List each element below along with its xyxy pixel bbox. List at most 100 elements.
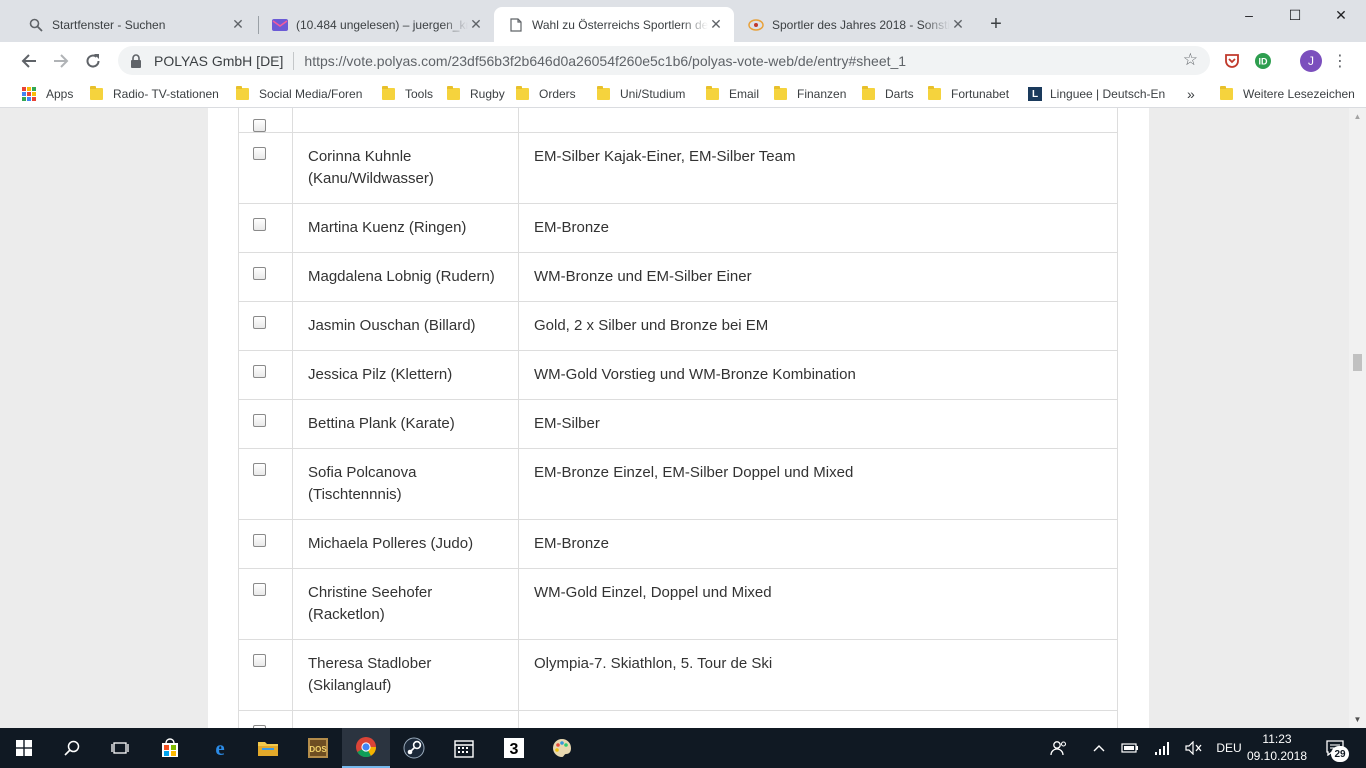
bookmark-folder[interactable]: Rugby (447, 84, 505, 104)
candidate-checkbox[interactable] (253, 218, 266, 231)
url-text[interactable]: https://vote.polyas.com/23df56b3f2b646d0… (304, 53, 1210, 69)
scroll-thumb[interactable] (1353, 354, 1362, 371)
battery-icon[interactable] (1118, 728, 1142, 768)
checkbox-cell (238, 252, 293, 302)
bookmark-label: Apps (46, 87, 74, 101)
svg-text:ID: ID (1259, 57, 1269, 67)
bookmarks-bar: Apps Radio- TV-stationen Social Media/For… (0, 79, 1366, 108)
candidate-achievement: WM-Gold Einzel, Doppel und Mixed (518, 568, 1118, 640)
candidate-achievement: WM-Bronze und EM-Silber Einer (518, 252, 1118, 302)
maximize-button[interactable]: ☐ (1272, 0, 1318, 30)
table-row: Sofia Polcanova (Tischtennnis) EM-Bronze … (238, 448, 1118, 520)
table-row: Magdalena Lobnig (Rudern) WM-Bronze und E… (238, 252, 1118, 302)
bookmark-other-folder[interactable]: Weitere Lesezeichen (1220, 84, 1355, 104)
tab-wahl-active[interactable]: Wahl zu Österreichs Sportlern de ✕ (494, 7, 734, 42)
bookmark-star-icon[interactable]: ☆ (1183, 50, 1198, 70)
candidate-checkbox[interactable] (253, 147, 266, 160)
task-view-icon (111, 742, 129, 754)
cellular-signal-icon[interactable] (1150, 728, 1174, 768)
candidate-name: Simone Steiner (292, 710, 519, 728)
candidate-table: Corinna Kuhnle (Kanu/Wildwasser) EM-Silbe… (238, 108, 1118, 728)
tab-startfenster[interactable]: Startfenster - Suchen ✕ (14, 7, 256, 42)
taskbar-store-app[interactable] (146, 728, 194, 768)
paint-palette-icon (553, 739, 571, 757)
bookmarks-overflow-button[interactable]: » (1187, 84, 1195, 104)
address-bar[interactable]: POLYAS GmbH [DE] https://vote.polyas.com… (118, 46, 1210, 75)
table-row: Simone SteinerWM-Gold Zielbewerb (238, 710, 1118, 728)
candidate-checkbox[interactable] (253, 119, 266, 132)
taskbar-dosbox-app[interactable]: DOS (294, 728, 342, 768)
extension-id-icon[interactable]: ID (1253, 51, 1273, 71)
bookmark-apps[interactable]: Apps (22, 84, 73, 104)
taskbar-three-app[interactable]: 3 (490, 728, 538, 768)
tab-sportler-forum[interactable]: Sportler des Jahres 2018 - Sonstig ✕ (734, 7, 976, 42)
bookmark-label: Fortunabet (951, 87, 1010, 101)
svg-text:DOS: DOS (309, 745, 327, 754)
back-button[interactable] (16, 48, 42, 74)
bookmark-folder[interactable]: Fortunabet (928, 84, 1009, 104)
close-tab-icon[interactable]: ✕ (708, 16, 724, 33)
bookmark-folder[interactable]: Radio- TV-stationen (90, 84, 219, 104)
search-icon (28, 17, 44, 33)
checkbox-cell (238, 448, 293, 520)
candidate-checkbox[interactable] (253, 534, 266, 547)
vertical-scrollbar[interactable]: ▲ ▼ (1349, 108, 1366, 728)
bookmark-folder[interactable]: Email (706, 84, 759, 104)
bookmark-folder[interactable]: Orders (516, 84, 576, 104)
windows-start-button[interactable] (0, 728, 48, 768)
tray-expand-chevron-icon[interactable] (1088, 728, 1110, 768)
taskbar-explorer-app[interactable] (244, 728, 292, 768)
candidate-checkbox[interactable] (253, 267, 266, 280)
candidate-checkbox[interactable] (253, 463, 266, 476)
minimize-button[interactable]: – (1226, 0, 1272, 30)
checkbox-cell (238, 568, 293, 640)
scroll-up-arrow-icon[interactable]: ▲ (1349, 108, 1366, 125)
table-row: Christine Seehofer (Racketlon) WM-Gold Ei… (238, 568, 1118, 640)
url-divider (293, 51, 295, 70)
taskbar-calendar-app[interactable] (440, 728, 488, 768)
candidate-checkbox[interactable] (253, 583, 266, 596)
bookmark-label: Rugby (470, 87, 505, 101)
candidate-checkbox[interactable] (253, 316, 266, 329)
candidate-achievement: WM-Gold Vorstieg und WM-Bronze Kombinati… (518, 350, 1118, 400)
profile-avatar[interactable]: J (1300, 50, 1322, 72)
reload-icon (86, 54, 100, 68)
bookmark-folder[interactable]: Darts (862, 84, 914, 104)
menu-kebab-icon[interactable]: ⋮ (1330, 51, 1350, 71)
candidate-checkbox[interactable] (253, 654, 266, 667)
bookmark-folder[interactable]: Social Media/Foren (236, 84, 362, 104)
system-clock[interactable]: 11:23 09.10.2018 (1240, 731, 1314, 765)
taskbar-search-button[interactable] (48, 728, 96, 768)
candidate-checkbox[interactable] (253, 365, 266, 378)
reload-button[interactable] (80, 48, 106, 74)
taskbar-paint-app[interactable] (538, 728, 586, 768)
taskbar-edge-app[interactable]: e (196, 728, 244, 768)
calendar-icon (454, 740, 474, 758)
close-tab-icon[interactable]: ✕ (230, 16, 246, 33)
taskbar-chrome-app[interactable] (342, 728, 390, 768)
volume-muted-icon[interactable] (1182, 728, 1206, 768)
tab-title: Sportler des Jahres 2018 - Sonstig (772, 17, 950, 32)
folder-icon (447, 86, 460, 100)
candidate-achievement: Gold, 2 x Silber und Bronze bei EM (518, 301, 1118, 351)
pocket-extension-icon[interactable] (1222, 51, 1242, 71)
tab-mail[interactable]: (10.484 ungelesen) – juergen_kn ✕ (258, 7, 494, 42)
lock-icon (130, 53, 144, 68)
bookmark-folder[interactable]: Finanzen (774, 84, 846, 104)
checkbox-cell (238, 639, 293, 711)
close-tab-icon[interactable]: ✕ (950, 16, 966, 33)
bookmark-folder[interactable]: Tools (382, 84, 433, 104)
folder-icon (236, 86, 249, 100)
bookmark-label: Orders (539, 87, 576, 101)
people-icon[interactable] (1046, 728, 1072, 768)
bookmark-folder[interactable]: Uni/Studium (597, 84, 685, 104)
task-view-button[interactable] (96, 728, 144, 768)
new-tab-button[interactable]: + (984, 12, 1008, 36)
close-tab-icon[interactable]: ✕ (468, 16, 484, 33)
forward-button[interactable] (48, 48, 74, 74)
candidate-checkbox[interactable] (253, 414, 266, 427)
taskbar-steam-app[interactable] (390, 728, 438, 768)
close-window-button[interactable]: ✕ (1318, 0, 1364, 30)
bookmark-linguee[interactable]: L Linguee | Deutsch-En (1028, 84, 1165, 104)
scroll-down-arrow-icon[interactable]: ▼ (1349, 711, 1366, 728)
